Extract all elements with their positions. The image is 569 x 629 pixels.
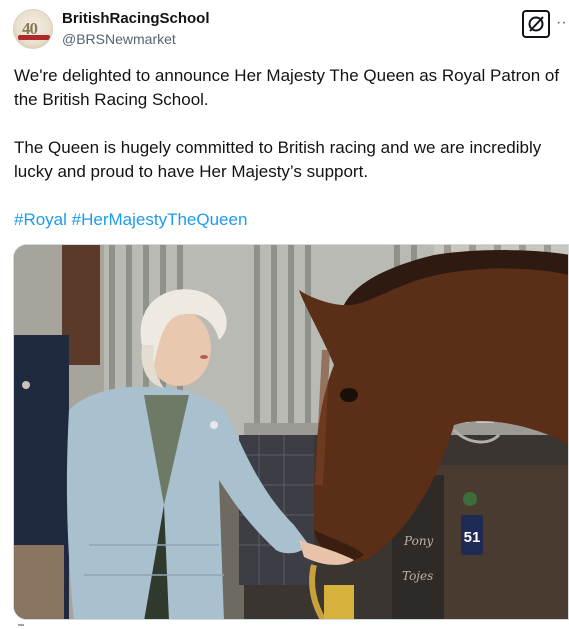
hashtag-her-majesty-the-queen[interactable]: #HerMajestyTheQueen (72, 210, 248, 229)
tweet-text-paragraph-1: We're delighted to announce Her Majesty … (14, 66, 560, 109)
grok-button[interactable] (522, 10, 550, 38)
photo-queen-with-horse: 51 Pony Tojes (14, 245, 568, 619)
hashtags: #Royal #HerMajestyTheQueen (14, 208, 247, 232)
name-plate-line-2: Tojes (402, 569, 433, 583)
user-handle[interactable]: @BRSNewmarket (62, 30, 176, 48)
name-plate-line-1: Pony (403, 534, 434, 548)
avatar-band (18, 35, 50, 40)
avatar[interactable]: 40 (13, 9, 53, 49)
stall-number: 51 (464, 529, 481, 546)
scroll-indicator (18, 624, 24, 628)
more-options-icon[interactable]: ·· (556, 12, 569, 34)
tweet-text-paragraph-2: The Queen is hugely committed to British… (14, 138, 542, 181)
grok-icon (528, 16, 544, 32)
display-name[interactable]: BritishRacingSchool (62, 10, 210, 28)
tweet-photo[interactable]: 51 Pony Tojes (13, 244, 569, 620)
tweet-header: 40 BritishRacingSchool @BRSNewmarket ·· (0, 0, 569, 60)
hashtag-royal[interactable]: #Royal (14, 210, 67, 229)
